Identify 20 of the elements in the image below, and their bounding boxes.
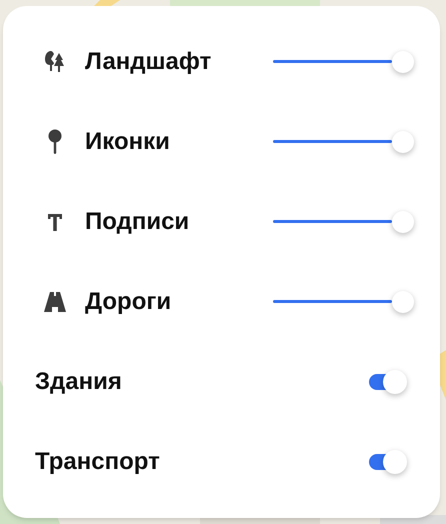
pin-icon xyxy=(48,129,62,155)
slider-thumb[interactable] xyxy=(392,131,414,153)
road-icon xyxy=(44,292,66,312)
slider[interactable] xyxy=(273,51,414,73)
slider-thumb[interactable] xyxy=(392,291,414,313)
trees-icon xyxy=(44,50,66,74)
slider[interactable] xyxy=(273,211,414,233)
toggle-switch[interactable] xyxy=(367,450,407,474)
layer-label: Здания xyxy=(35,367,123,397)
layer-label: Транспорт xyxy=(35,447,161,477)
toggle-switch[interactable] xyxy=(367,370,407,394)
layer-label: Дороги xyxy=(85,287,172,317)
layer-label: Ландшафт xyxy=(85,47,212,77)
text-icon xyxy=(47,213,63,231)
slider-thumb[interactable] xyxy=(392,51,414,73)
layer-label: Подписи xyxy=(85,207,190,237)
slider[interactable] xyxy=(273,131,414,153)
slider[interactable] xyxy=(273,291,414,313)
layer-label: Иконки xyxy=(85,127,171,157)
slider-thumb[interactable] xyxy=(392,211,414,233)
